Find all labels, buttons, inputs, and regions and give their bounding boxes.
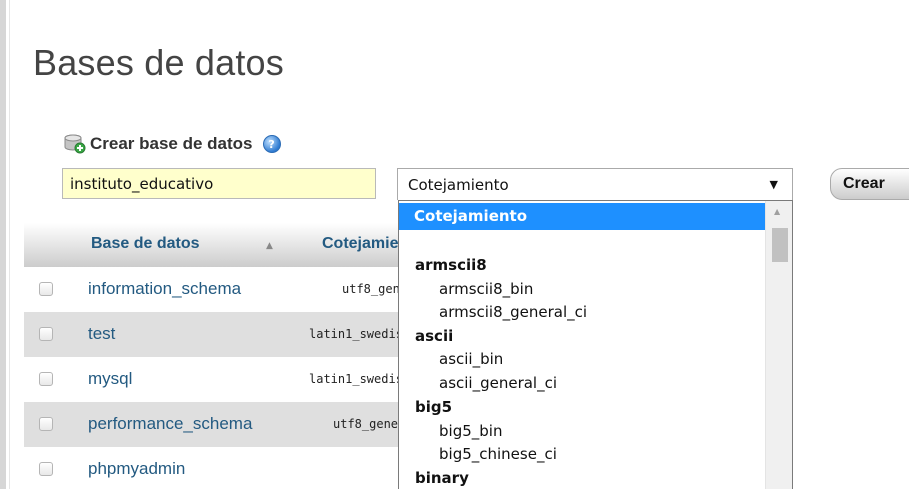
dropdown-option[interactable]: armscii8_bin xyxy=(439,280,533,298)
row-checkbox[interactable] xyxy=(39,462,53,476)
collation-select[interactable]: Cotejamiento ▼ xyxy=(397,168,793,200)
database-link[interactable]: performance_schema xyxy=(88,414,252,434)
row-checkbox[interactable] xyxy=(39,417,53,431)
collation-dropdown-list[interactable]: Cotejamiento armscii8 armscii8_bin armsc… xyxy=(398,200,793,489)
collation-select-value: Cotejamiento xyxy=(408,175,509,194)
left-border-line xyxy=(9,0,10,489)
scroll-thumb[interactable] xyxy=(772,228,788,262)
create-database-label: Crear base de datos xyxy=(90,134,253,153)
help-icon[interactable]: ? xyxy=(262,135,281,153)
dropdown-option-selected[interactable]: Cotejamiento xyxy=(399,203,765,230)
scroll-up-arrow-icon[interactable]: ▲ xyxy=(774,207,780,216)
dropdown-option[interactable]: ascii_bin xyxy=(439,350,503,368)
create-button[interactable]: Crear xyxy=(830,168,909,200)
table-row: performance_schema utf8_general_ci xyxy=(24,402,441,447)
create-database-heading: Crear base de datos ? xyxy=(64,134,281,154)
dropdown-option[interactable]: big5_chinese_ci xyxy=(439,445,557,463)
table-row: information_schema utf8_general_ci xyxy=(24,267,450,312)
row-checkbox[interactable] xyxy=(39,327,53,341)
row-checkbox[interactable] xyxy=(39,372,53,386)
table-row: phpmyadmin xyxy=(24,447,404,492)
left-border xyxy=(0,0,6,489)
database-link[interactable]: phpmyadmin xyxy=(88,459,185,479)
dropdown-optgroup: armscii8 xyxy=(415,256,487,274)
row-checkbox[interactable] xyxy=(39,282,53,296)
database-link[interactable]: mysql xyxy=(88,369,132,389)
dropdown-option[interactable]: big5_bin xyxy=(439,422,502,440)
table-header: Base de datos ▲ Cotejamiento xyxy=(24,223,423,267)
dropdown-scrollbar[interactable]: ▲ xyxy=(765,201,792,489)
page-title: Bases de datos xyxy=(33,42,284,83)
sort-asc-icon[interactable]: ▲ xyxy=(266,241,273,251)
dropdown-optgroup: big5 xyxy=(415,398,453,416)
chevron-down-icon: ▼ xyxy=(769,178,778,191)
dropdown-optgroup: binary xyxy=(415,469,469,487)
database-link[interactable]: test xyxy=(88,324,115,344)
column-header-database[interactable]: Base de datos xyxy=(91,235,199,253)
database-name-input[interactable] xyxy=(62,168,376,199)
table-row: test latin1_swedish_ci xyxy=(24,312,432,357)
table-row: mysql latin1_swedish_ci xyxy=(24,357,432,402)
database-link[interactable]: information_schema xyxy=(88,279,241,299)
database-add-icon xyxy=(64,134,86,154)
dropdown-option[interactable]: ascii_general_ci xyxy=(439,374,557,392)
dropdown-option[interactable]: armscii8_general_ci xyxy=(439,303,587,321)
dropdown-optgroup: ascii xyxy=(415,327,454,345)
